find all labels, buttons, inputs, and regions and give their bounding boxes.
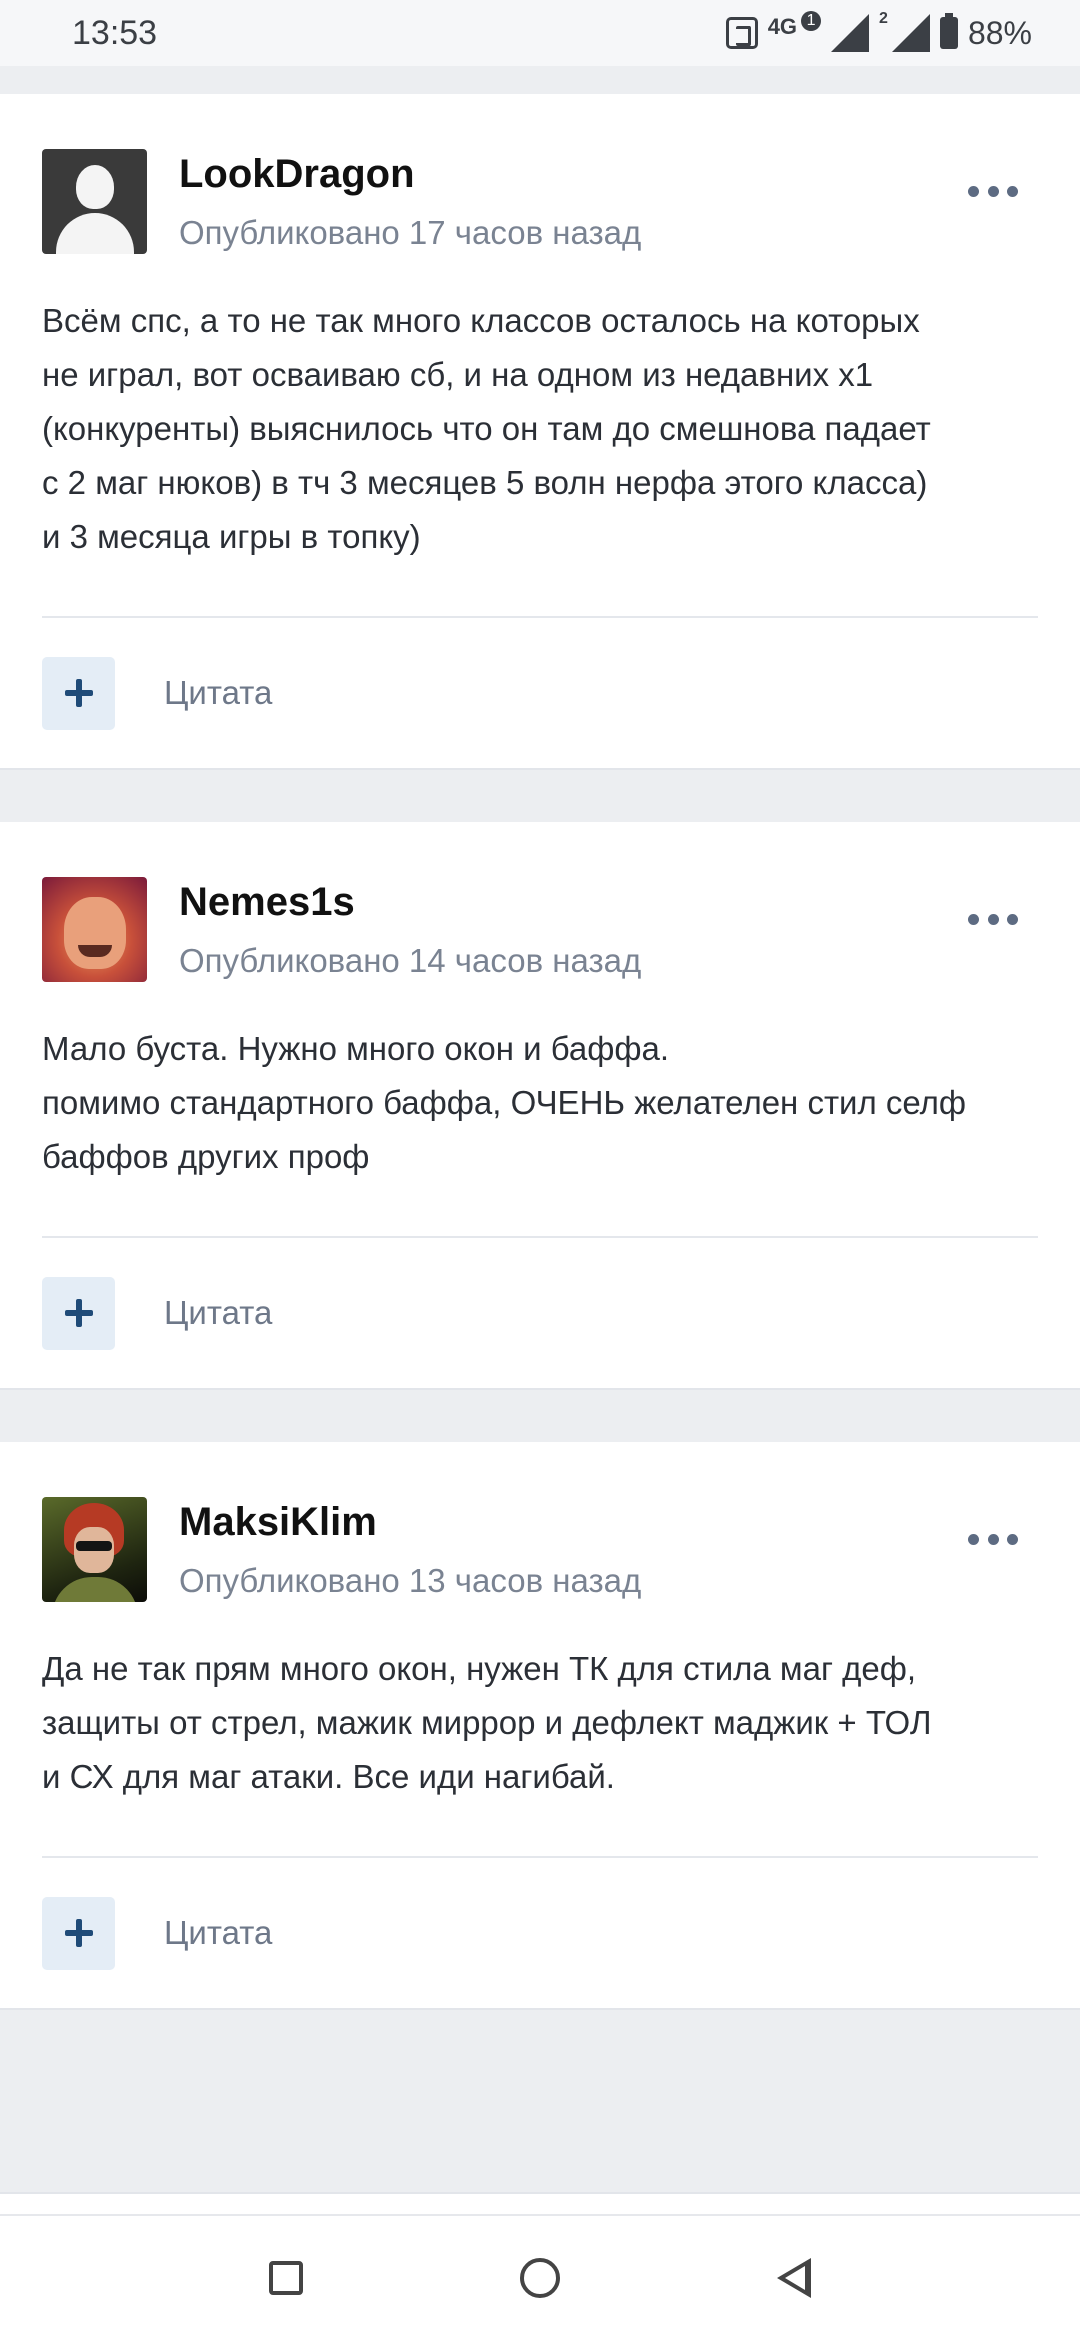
reaction-plus-button[interactable] [42, 656, 115, 730]
author-name[interactable]: MaksiKlim [179, 1497, 641, 1547]
post-feed: LookDragon Опубликовано 17 часов назад В… [0, 66, 1080, 2010]
status-indicators: 4G 1 2 88% [725, 10, 1032, 52]
avatar[interactable] [42, 1497, 147, 1602]
more-dots-icon[interactable] [968, 1529, 1018, 1549]
author-block: LookDragon Опубликовано 17 часов назад [179, 149, 641, 251]
signal-icon-2 [891, 14, 930, 52]
more-dots-icon[interactable] [968, 909, 1018, 929]
avatar-coat [52, 1577, 138, 1602]
post-header: LookDragon Опубликовано 17 часов назад [0, 94, 1080, 254]
post-body: Всём спс, а то не так много классов оста… [42, 302, 931, 555]
nfc-icon [725, 17, 758, 49]
battery-percent: 88% [967, 14, 1032, 51]
author-name[interactable]: LookDragon [179, 149, 641, 199]
avatar[interactable] [42, 149, 147, 254]
quote-button[interactable]: Цитата [164, 1294, 272, 1332]
plus-icon [64, 1299, 93, 1327]
avatar-glasses [76, 1541, 112, 1551]
sim2-label: 2 [879, 10, 888, 27]
reaction-plus-button[interactable] [42, 1896, 115, 1970]
status-bar: 13:53 4G 1 2 88% [0, 0, 1080, 66]
battery-icon [939, 13, 958, 49]
post-body: Да не так прям много окон, нужен ТК для … [42, 1650, 932, 1795]
post-body: Мало буста. Нужно много окон и баффа. по… [42, 1030, 967, 1175]
plus-icon [64, 679, 93, 707]
plus-icon [64, 1919, 93, 1947]
post-footer: Цитата [0, 1858, 1080, 2008]
post-footer: Цитата [0, 1238, 1080, 1388]
author-name[interactable]: Nemes1s [179, 877, 641, 927]
post-card: LookDragon Опубликовано 17 часов назад В… [0, 94, 1080, 770]
feed-top-gap [0, 66, 1080, 94]
quote-button[interactable]: Цитата [164, 1914, 272, 1952]
avatar-placeholder-head [76, 165, 114, 209]
post-footer: Цитата [0, 618, 1080, 768]
post-card: Nemes1s Опубликовано 14 часов назад Мало… [0, 822, 1080, 1390]
sim1-badge: 1 [801, 11, 822, 31]
square-icon[interactable] [268, 2261, 303, 2295]
author-block: Nemes1s Опубликовано 14 часов назад [179, 877, 641, 979]
post-date[interactable]: Опубликовано 17 часов назад [179, 213, 641, 253]
quote-button[interactable]: Цитата [164, 674, 272, 712]
post-header: Nemes1s Опубликовано 14 часов назад [0, 822, 1080, 982]
system-nav-bar [0, 2214, 1080, 2340]
avatar-face [64, 897, 126, 969]
more-dots-icon[interactable] [968, 181, 1018, 201]
author-block: MaksiKlim Опубликовано 13 часов назад [179, 1497, 641, 1599]
status-time: 13:53 [72, 13, 158, 52]
reaction-plus-button[interactable] [42, 1276, 115, 1350]
next-post-edge [0, 2192, 1080, 2216]
signal-icon [831, 14, 870, 52]
avatar[interactable] [42, 877, 147, 982]
triangle-back-icon[interactable] [777, 2258, 812, 2298]
post-header: MaksiKlim Опубликовано 13 часов назад [0, 1442, 1080, 1602]
network-type-label: 4G [767, 14, 798, 39]
post-date[interactable]: Опубликовано 13 часов назад [179, 1561, 641, 1601]
circle-icon[interactable] [519, 2258, 560, 2298]
post-date[interactable]: Опубликовано 14 часов назад [179, 941, 641, 981]
post-card: MaksiKlim Опубликовано 13 часов назад Да… [0, 1442, 1080, 2010]
avatar-placeholder-body [56, 213, 134, 254]
